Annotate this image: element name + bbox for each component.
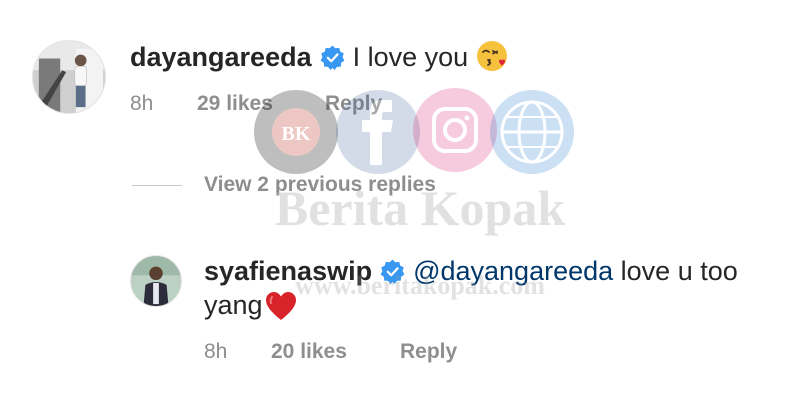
reply-text-line-1: love u too: [620, 256, 738, 286]
reply-button[interactable]: Reply: [325, 91, 382, 117]
red-heart-emoji-icon: [265, 291, 297, 321]
reply-username[interactable]: syafienaswip: [204, 256, 372, 286]
comment-meta: 8h 29 likes Reply: [130, 91, 430, 117]
reply-time: 8h: [204, 340, 228, 363]
profile-photo: [131, 256, 181, 306]
verified-badge-icon: [320, 45, 345, 70]
verified-badge-icon: [380, 259, 405, 284]
reply-body-line-1: syafienaswip @dayangareeda love u too: [204, 255, 738, 287]
globe-www-icon: [490, 90, 574, 174]
reply-likes[interactable]: 20 likes: [271, 339, 347, 365]
comment-time: 8h: [130, 92, 154, 115]
avatar-syafienaswip[interactable]: [130, 255, 182, 307]
watermark-logo-text: BK: [282, 123, 311, 145]
reply-text-line-2: yang: [204, 290, 263, 320]
reply-to-reply-button[interactable]: Reply: [400, 339, 457, 365]
replies-divider: [132, 185, 182, 186]
comment-text: I love you: [352, 42, 469, 72]
reply-meta: 8h 20 likes Reply: [204, 339, 504, 365]
reply-body-line-2: yang: [204, 289, 297, 321]
reply-mention-link[interactable]: @dayangareeda: [413, 256, 613, 286]
profile-photo: [33, 41, 105, 113]
view-previous-replies-button[interactable]: View 2 previous replies: [204, 172, 436, 198]
avatar-dayangareeda[interactable]: [32, 40, 106, 114]
kissing-face-emoji-icon: [476, 40, 508, 72]
comment-likes[interactable]: 29 likes: [197, 91, 273, 117]
comment-body: dayangareeda I love you: [130, 40, 508, 73]
comment-username[interactable]: dayangareeda: [130, 42, 312, 72]
